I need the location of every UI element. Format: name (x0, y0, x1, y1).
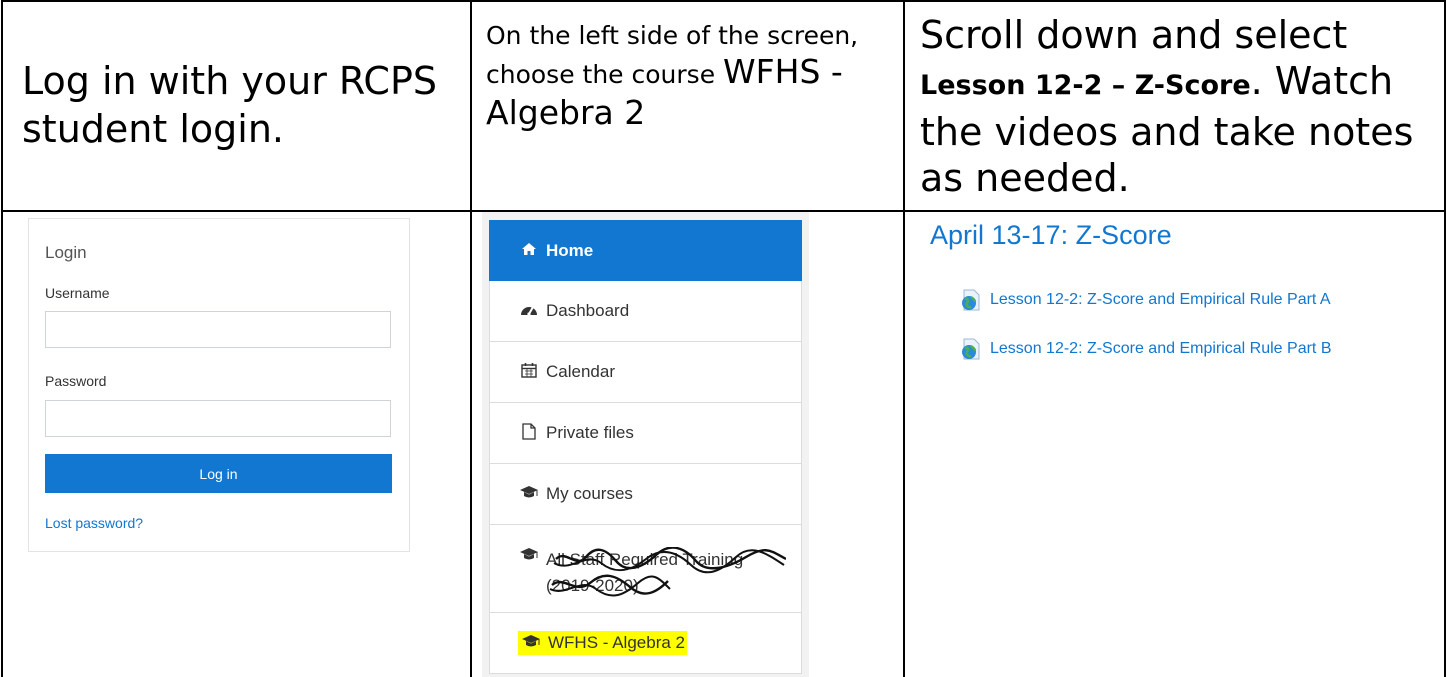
step-1-text: Log in with your RCPS student login. (22, 59, 437, 151)
login-title: Login (45, 243, 87, 262)
nav-item-label: WFHS - Algebra 2 (548, 633, 685, 652)
home-icon (518, 242, 540, 260)
nav-item-home[interactable]: Home (489, 220, 802, 281)
step-3-text: Scroll down and select Lesson 12-2 – Z-S… (920, 13, 1414, 200)
graduation-cap-icon (520, 634, 542, 652)
nav-item-scribbled-course[interactable]: All Staff Required Training (2019-2020) (489, 525, 802, 613)
scribbled-course-label: All Staff Required Training (2019-2020) (546, 547, 786, 599)
scribble-marks (549, 547, 786, 597)
username-label: Username (45, 285, 110, 301)
step-1-cell: Log in with your RCPS student login. (2, 0, 471, 210)
nav-item-label: Home (546, 240, 594, 260)
password-label: Password (45, 373, 107, 389)
dashboard-icon (518, 302, 540, 320)
nav-item-label: My courses (546, 484, 633, 503)
file-icon (518, 422, 540, 444)
step-2-cell: On the left side of the screen, choose t… (472, 0, 903, 210)
nav-item-label: Dashboard (546, 301, 630, 320)
nav-drawer: Home Dashboard Calendar Private files My… (482, 212, 809, 677)
section-title: April 13-17: Z-Score (930, 220, 1172, 250)
nav-item-my-courses[interactable]: My courses (489, 464, 802, 525)
nav-item-private-files[interactable]: Private files (489, 403, 802, 464)
lost-password-link[interactable]: Lost password? (45, 515, 143, 531)
nav-item-wfhs-algebra-2[interactable]: WFHS - Algebra 2 (489, 613, 802, 674)
nav-item-label: Private files (546, 423, 634, 442)
username-field[interactable] (45, 311, 391, 348)
url-resource-icon (960, 338, 982, 360)
nav-item-calendar[interactable]: Calendar (489, 342, 802, 403)
login-panel: Login Username Password Log in Lost pass… (28, 218, 410, 552)
lesson-link-part-a[interactable]: Lesson 12-2: Z-Score and Empirical Rule … (960, 289, 1331, 311)
nav-item-dashboard[interactable]: Dashboard (489, 281, 802, 342)
graduation-cap-icon (518, 485, 540, 503)
step-2-text: On the left side of the screen, choose t… (486, 21, 859, 132)
course-highlight: WFHS - Algebra 2 (518, 631, 687, 655)
table-col-divider-2 (903, 0, 905, 677)
lesson-link-label: Lesson 12-2: Z-Score and Empirical Rule … (990, 340, 1332, 357)
nav-item-label: Calendar (546, 362, 615, 381)
login-button[interactable]: Log in (45, 454, 392, 493)
calendar-icon (518, 362, 540, 382)
nav-list: Home Dashboard Calendar Private files My… (489, 220, 802, 674)
graduation-cap-icon (518, 547, 540, 565)
password-field[interactable] (45, 400, 391, 437)
url-resource-icon (960, 289, 982, 311)
lesson-link-label: Lesson 12-2: Z-Score and Empirical Rule … (990, 291, 1331, 308)
step-3-lesson: Lesson 12-2 – Z-Score (920, 70, 1251, 101)
step-3-cell: Scroll down and select Lesson 12-2 – Z-S… (906, 0, 1446, 210)
lesson-link-part-b[interactable]: Lesson 12-2: Z-Score and Empirical Rule … (960, 338, 1331, 360)
